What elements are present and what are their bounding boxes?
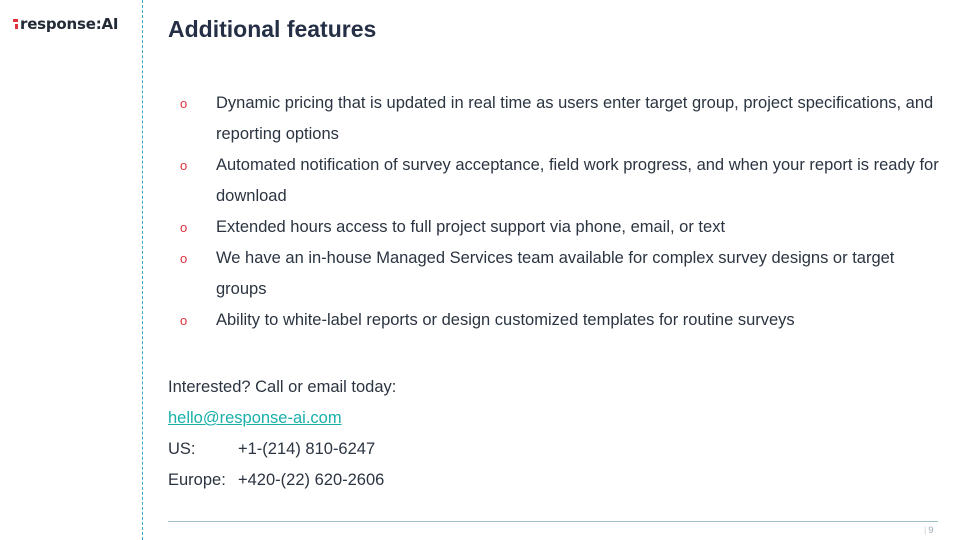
bullet-circle-icon: o <box>180 251 188 266</box>
vertical-divider <box>142 0 143 540</box>
feature-text: We have an in-house Managed Services tea… <box>216 249 895 298</box>
contact-intro: Interested? Call or email today: <box>168 378 397 396</box>
bullet-circle-icon: o <box>180 158 188 173</box>
bullet-circle-icon: o <box>180 96 188 111</box>
feature-item: o We have an in-house Managed Services t… <box>180 243 940 305</box>
email-link[interactable]: hello@response-ai.com <box>168 409 342 427</box>
feature-text: Ability to white-label reports or design… <box>216 311 795 329</box>
feature-text: Automated notification of survey accepta… <box>216 156 939 205</box>
feature-text: Extended hours access to full project su… <box>216 218 726 236</box>
europe-phone: +420-(22) 620-2606 <box>238 471 385 489</box>
page-number-separator: | <box>924 525 927 535</box>
slide: response:AI Additional features o Dynami… <box>0 0 960 540</box>
bullet-circle-icon: o <box>180 220 188 235</box>
logo-mark-icon <box>13 19 18 30</box>
europe-phone-row: Europe: +420-(22) 620-2606 <box>168 465 768 496</box>
us-phone: +1-(214) 810-6247 <box>238 440 376 458</box>
feature-item: o Dynamic pricing that is updated in rea… <box>180 88 940 150</box>
feature-item: o Extended hours access to full project … <box>180 212 940 243</box>
page-number-value: 9 <box>928 525 934 535</box>
feature-list: o Dynamic pricing that is updated in rea… <box>180 88 940 336</box>
brand-logo: response:AI <box>13 15 119 33</box>
europe-label: Europe: <box>168 471 226 489</box>
feature-text: Dynamic pricing that is updated in real … <box>216 94 934 143</box>
feature-item: o Ability to white-label reports or desi… <box>180 305 940 336</box>
footer-divider <box>168 521 938 522</box>
feature-item: o Automated notification of survey accep… <box>180 150 940 212</box>
us-phone-row: US: +1-(214) 810-6247 <box>168 434 768 465</box>
page-number: | 9 <box>924 525 933 535</box>
email-row: hello@response-ai.com <box>168 403 768 434</box>
logo-text: response:AI <box>20 15 119 33</box>
page-title: Additional features <box>168 16 377 42</box>
bullet-circle-icon: o <box>180 313 188 328</box>
contact-block: Interested? Call or email today: hello@r… <box>168 372 768 496</box>
us-label: US: <box>168 440 196 458</box>
